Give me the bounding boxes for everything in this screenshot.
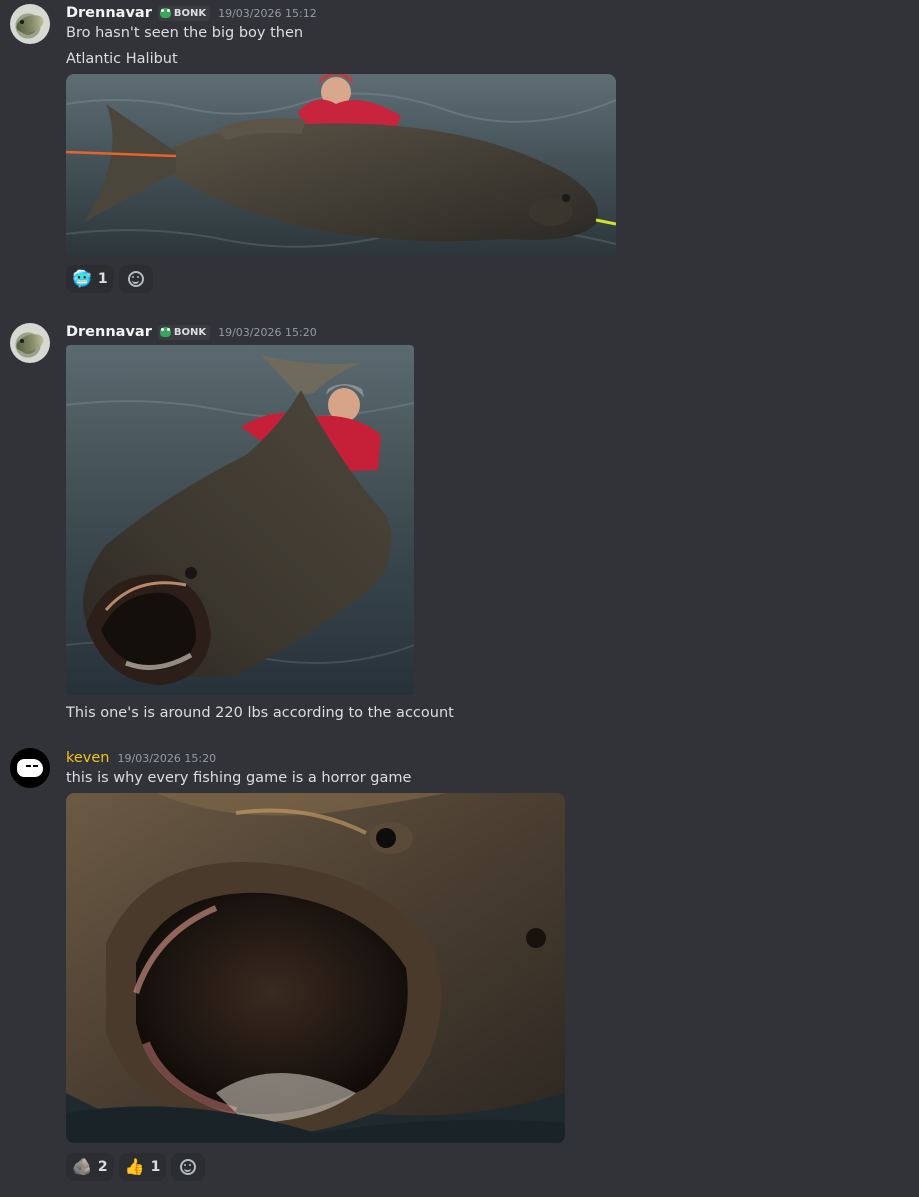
thumbs-up-icon: 👍 [124, 1157, 145, 1176]
avatar-face [17, 759, 43, 777]
halibut-closeup-photo [66, 793, 565, 1143]
timestamp: 19/03/2026 15:12 [218, 6, 317, 20]
chat-message-list: Drennavar BONK 19/03/2026 15:12 Bro hasn… [0, 0, 919, 1197]
reaction-count: 1 [150, 1159, 161, 1175]
add-reaction-button[interactable] [118, 265, 153, 293]
message-text: Bro hasn't seen the big boy then [66, 25, 304, 41]
reaction-count: 1 [97, 271, 108, 287]
image-attachment[interactable] [66, 793, 565, 1143]
guild-tag-label: BONK [173, 326, 207, 338]
reaction[interactable]: 👍 1 [118, 1153, 167, 1181]
message-header: Drennavar BONK 19/03/2026 15:20 [66, 322, 317, 342]
avatar[interactable] [10, 748, 50, 788]
image-attachment[interactable] [66, 345, 414, 695]
avatar[interactable] [10, 323, 50, 363]
username[interactable]: Drennavar [66, 324, 152, 340]
message-header: Drennavar BONK 19/03/2026 15:12 [66, 3, 317, 23]
image-attachment[interactable] [66, 74, 616, 257]
reaction[interactable]: 🥶 1 [66, 265, 114, 293]
add-reaction-icon [127, 271, 144, 287]
message-text: Atlantic Halibut [66, 51, 178, 67]
message-text: This one's is around 220 lbs according t… [66, 705, 454, 721]
reaction[interactable]: 🪨 2 [66, 1153, 114, 1181]
avatar[interactable] [10, 4, 50, 44]
username[interactable]: Drennavar [66, 5, 152, 21]
rock-icon: 🪨 [72, 1157, 92, 1176]
reactions-bar: 🪨 2 👍 1 [66, 1153, 206, 1181]
username[interactable]: keven [66, 750, 110, 766]
guild-tag[interactable]: BONK [157, 324, 211, 340]
timestamp: 19/03/2026 15:20 [117, 751, 217, 765]
add-reaction-icon [180, 1159, 197, 1175]
reaction-count: 2 [97, 1159, 108, 1175]
timestamp: 19/03/2026 15:20 [218, 325, 317, 339]
cold-face-icon: 🥶 [72, 269, 92, 288]
halibut-photo-1 [66, 74, 616, 257]
message-text: this is why every fishing game is a horr… [66, 770, 412, 786]
halibut-photo-2 [66, 345, 414, 695]
add-reaction-button[interactable] [171, 1153, 206, 1181]
reactions-bar: 🥶 1 [66, 265, 153, 293]
frog-icon [159, 8, 171, 18]
guild-tag[interactable]: BONK [157, 5, 211, 21]
frog-icon [159, 327, 171, 337]
message-header: keven 19/03/2026 15:20 [66, 748, 216, 768]
guild-tag-label: BONK [173, 7, 207, 19]
